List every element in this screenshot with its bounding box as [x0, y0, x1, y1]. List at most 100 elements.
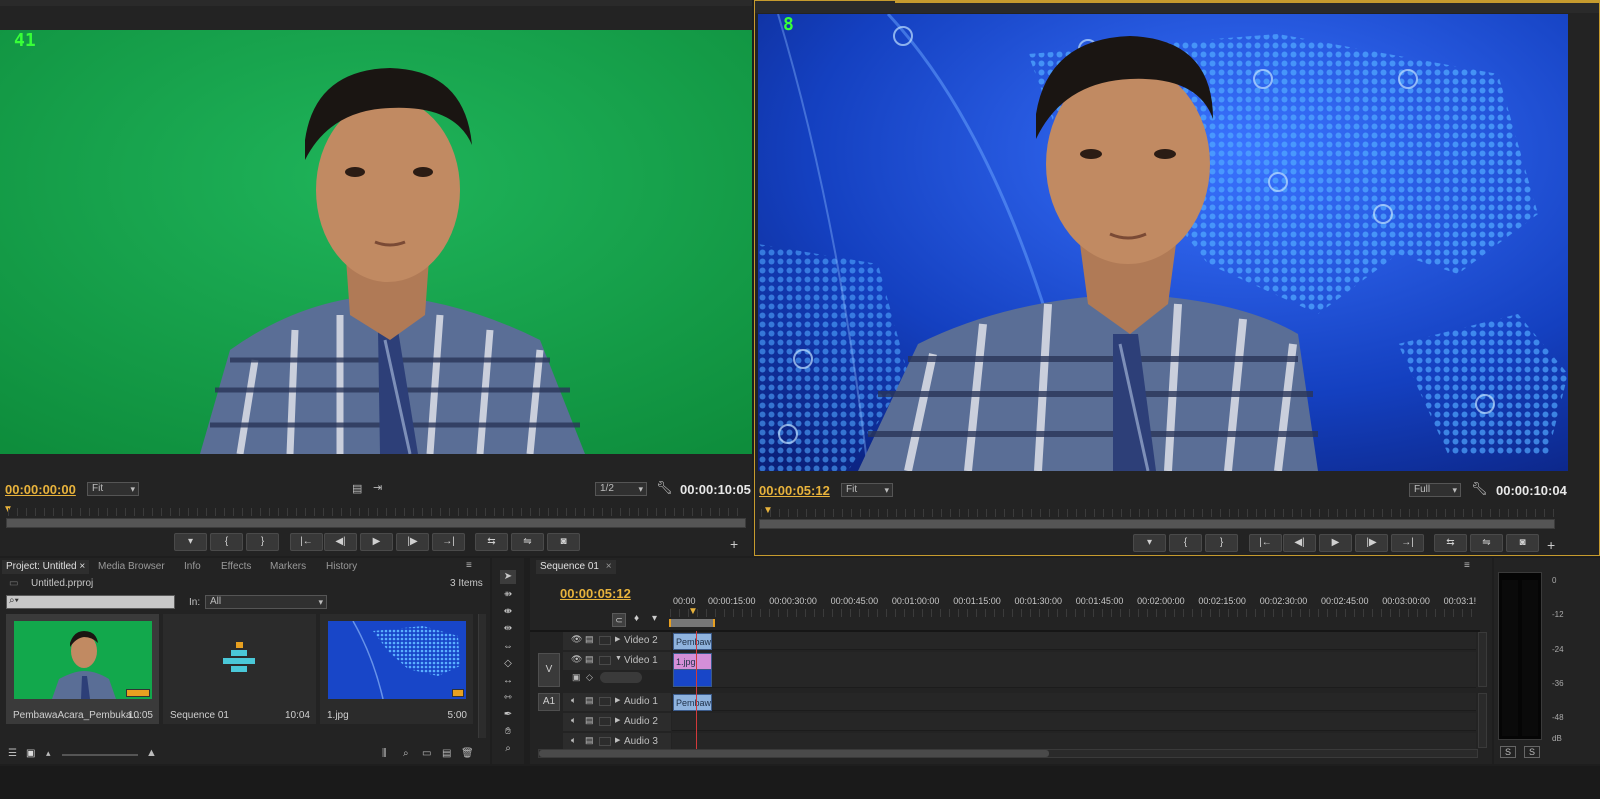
project-item-sequence[interactable]: Sequence 01 10:04 — [163, 614, 316, 724]
go-to-in-button[interactable]: |← — [1249, 534, 1282, 552]
mark-in-button[interactable]: { — [1169, 534, 1202, 552]
wrench-icon[interactable]: 🔧︎ — [656, 480, 673, 496]
program-video-frame[interactable] — [758, 14, 1568, 471]
keyframe-navigator[interactable] — [600, 672, 642, 683]
expand-triangle-icon[interactable]: ▶ — [615, 736, 620, 744]
keyframe-icon[interactable]: ◇ — [586, 672, 593, 683]
source-time-ruler[interactable] — [8, 508, 746, 516]
trash-icon[interactable]: 🗑︎ — [461, 748, 474, 759]
track-target-box[interactable] — [599, 636, 611, 645]
source-resolution-dropdown[interactable]: 1/2 — [595, 482, 647, 496]
tab-markers[interactable]: Markers — [266, 560, 310, 574]
track-header-video-1[interactable]: 👁︎ ▤ ▼ Video 1 — [563, 652, 671, 670]
tab-sequence-01[interactable]: Sequence 01 × — [536, 560, 616, 574]
new-item-icon[interactable]: ▤ — [442, 748, 451, 759]
eye-icon[interactable]: 👁︎ — [571, 654, 582, 665]
mark-out-button[interactable]: } — [246, 533, 279, 551]
track-lane[interactable] — [672, 632, 1476, 650]
track-lane[interactable] — [672, 713, 1476, 731]
timeline-ruler[interactable]: 00:00 00:00:15:00 00:00:30:00 00:00:45:00 00… — [670, 596, 1480, 622]
expand-triangle-icon[interactable]: ▶ — [615, 716, 620, 724]
timeline-timecode[interactable]: 00:00:05:12 — [560, 586, 631, 601]
new-bin-icon[interactable]: ▭ — [422, 748, 431, 759]
close-icon[interactable]: × — [606, 561, 612, 572]
zoom-slider[interactable] — [62, 754, 138, 756]
scrollbar-thumb[interactable] — [539, 750, 1049, 757]
go-to-out-button[interactable]: →| — [432, 533, 465, 551]
hand-tool-icon[interactable]: ✋︎ — [500, 725, 516, 739]
settings-toggle-icon[interactable]: ⇥ — [373, 481, 382, 494]
panel-menu-icon[interactable]: ≡ — [466, 560, 472, 571]
add-marker-icon[interactable]: ♦ — [634, 613, 639, 624]
clip-video[interactable]: 1.jpg — [673, 653, 712, 670]
track-lane[interactable] — [672, 652, 1476, 688]
program-zoom-scrollbar[interactable] — [759, 519, 1555, 529]
insert-button[interactable]: ⇆ — [475, 533, 508, 551]
zoom-in-icon[interactable]: ▲ — [146, 747, 157, 759]
track-target-box[interactable] — [599, 697, 611, 706]
tab-project-untitled[interactable]: Project: Untitled × — [2, 560, 90, 574]
expand-triangle-icon[interactable]: ▶ — [615, 696, 620, 704]
project-scrollbar[interactable] — [478, 614, 486, 738]
project-item-clip[interactable]: PembawaAcara_Pembuka... 10:05 — [6, 614, 159, 724]
add-marker-button[interactable]: ▾ — [174, 533, 207, 551]
in-filter-dropdown[interactable]: All — [205, 595, 327, 609]
work-area-bar[interactable] — [669, 619, 715, 627]
source-zoom-dropdown[interactable]: Fit — [87, 482, 139, 496]
clip-audio[interactable]: Pembawa — [673, 694, 712, 711]
export-frame-button[interactable]: ◙ — [547, 533, 580, 551]
razor-tool-icon[interactable]: ◇ — [500, 657, 516, 671]
program-zoom-dropdown[interactable]: Fit — [841, 483, 893, 497]
program-button-editor-icon[interactable]: + — [1547, 537, 1555, 553]
add-marker-button[interactable]: ▾ — [1133, 534, 1166, 552]
source-patch-audio[interactable]: A1 — [538, 693, 560, 711]
tab-effects[interactable]: Effects — [217, 560, 255, 574]
lock-icon[interactable]: ▤ — [585, 695, 594, 706]
rate-stretch-tool-icon[interactable]: ⇔ — [500, 640, 516, 654]
set-marker-icon[interactable]: ▾ — [652, 613, 657, 624]
program-wrench-icon[interactable]: 🔧︎ — [1471, 481, 1488, 497]
selection-tool-icon[interactable]: ➤ — [500, 570, 516, 584]
tab-media-browser[interactable]: Media Browser — [94, 560, 169, 574]
track-select-tool-icon[interactable]: ⇻ — [500, 588, 516, 602]
mark-out-button[interactable]: } — [1205, 534, 1238, 552]
timeline-horizontal-scrollbar[interactable] — [538, 749, 1478, 758]
program-current-timecode[interactable]: 00:00:05:12 — [759, 483, 830, 498]
ripple-edit-tool-icon[interactable]: ⇼ — [500, 605, 516, 619]
tab-history[interactable]: History — [322, 560, 361, 574]
display-style-icon[interactable]: ▣ — [572, 672, 581, 683]
step-forward-button[interactable]: |▶ — [396, 533, 429, 551]
source-video-frame[interactable] — [0, 30, 752, 454]
go-to-out-button[interactable]: →| — [1391, 534, 1424, 552]
zoom-out-icon[interactable]: ▴ — [46, 748, 51, 759]
lock-icon[interactable]: ▤ — [585, 654, 594, 665]
step-forward-button[interactable]: |▶ — [1355, 534, 1388, 552]
play-stop-button[interactable]: ▶ — [360, 533, 393, 551]
step-back-button[interactable]: ◀| — [1283, 534, 1316, 552]
tab-info[interactable]: Info — [180, 560, 205, 574]
pen-tool-icon[interactable]: ✒︎ — [500, 708, 516, 722]
clip-thumbnail-strip[interactable] — [673, 669, 712, 687]
track-header-audio-2[interactable]: 🔈︎ ▤ ▶ Audio 2 — [563, 713, 671, 731]
track-header-video-2[interactable]: 👁︎ ▤ ▶ Video 2 — [563, 632, 671, 650]
go-to-in-button[interactable]: |← — [290, 533, 323, 551]
speaker-icon[interactable]: 🔈︎ — [571, 715, 576, 726]
track-target-box[interactable] — [599, 656, 611, 665]
insert-button[interactable]: ⇆ — [1434, 534, 1467, 552]
list-view-icon[interactable]: ☰ — [8, 748, 17, 759]
lock-icon[interactable]: ▤ — [585, 735, 594, 746]
playhead-icon[interactable]: ▼ — [688, 606, 698, 617]
lock-icon[interactable]: ▤ — [585, 634, 594, 645]
track-lane[interactable] — [672, 693, 1476, 711]
expand-triangle-icon[interactable]: ▶ — [615, 635, 620, 643]
source-zoom-scrollbar[interactable] — [6, 518, 746, 528]
timeline-menu-icon[interactable]: ≡ — [1464, 560, 1470, 571]
overwrite-button[interactable]: ⇋ — [511, 533, 544, 551]
overwrite-button[interactable]: ⇋ — [1470, 534, 1503, 552]
export-frame-button[interactable]: ◙ — [1506, 534, 1539, 552]
zoom-tool-icon[interactable]: ⌕ — [500, 742, 516, 756]
clip-video[interactable]: Pembawa — [673, 633, 712, 650]
track-header-audio-1[interactable]: 🔈︎ ▤ ▶ Audio 1 — [563, 693, 671, 711]
solo-right-button[interactable]: S — [1524, 746, 1540, 758]
track-target-box[interactable] — [599, 737, 611, 746]
